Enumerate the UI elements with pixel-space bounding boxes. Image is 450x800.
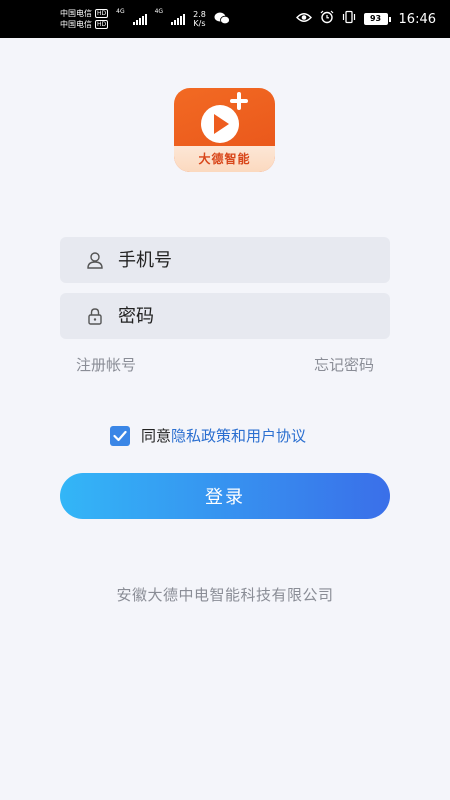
eye-icon (295, 12, 312, 27)
password-input[interactable] (118, 305, 358, 327)
status-right: 93 16:46 (295, 10, 436, 28)
lock-icon (86, 307, 104, 325)
carrier-info: 中国电信 HD 中国电信 HD (60, 8, 109, 30)
wechat-icon (214, 10, 230, 29)
login-button[interactable]: 登录 (60, 473, 390, 519)
phone-field[interactable] (60, 237, 390, 283)
clock: 16:46 (398, 11, 436, 27)
password-field[interactable] (60, 293, 390, 339)
network-type-1: 4G (116, 8, 125, 15)
user-icon (86, 251, 104, 269)
hd-badge: HD (95, 20, 109, 29)
network-speed: 2.8 K/s (193, 10, 206, 28)
alarm-icon (320, 10, 334, 28)
privacy-policy-link[interactable]: 隐私政策和用户协议 (171, 425, 306, 446)
network-type-2: 4G (154, 8, 164, 15)
agree-prefix: 同意 (141, 427, 172, 445)
vibrate-icon (342, 10, 356, 28)
forgot-password-link[interactable]: 忘记密码 (314, 354, 374, 375)
status-left: 中国电信 HD 中国电信 HD 4G 4G 2.8 K/s (60, 8, 230, 30)
agree-checkbox[interactable] (110, 425, 130, 446)
carrier-2: 中国电信 (60, 20, 92, 29)
app-logo: 大德智能 (174, 88, 275, 172)
carrier-1: 中国电信 (60, 9, 92, 18)
hd-badge: HD (95, 9, 109, 18)
register-link[interactable]: 注册帐号 (76, 354, 136, 375)
signal-icon (132, 13, 147, 25)
signal-icon (171, 13, 186, 25)
agreement-row: 同意 隐私政策和用户协议 (110, 425, 306, 446)
status-bar: 中国电信 HD 中国电信 HD 4G 4G 2.8 K/s 93 16:46 (0, 0, 450, 38)
check-icon (113, 430, 127, 441)
phone-input[interactable] (118, 249, 358, 271)
company-name: 安徽大德中电智能科技有限公司 (116, 586, 334, 604)
logo-text: 大德智能 (174, 146, 275, 172)
battery-icon: 93 (363, 13, 391, 25)
account-links: 注册帐号 忘记密码 (76, 354, 374, 375)
